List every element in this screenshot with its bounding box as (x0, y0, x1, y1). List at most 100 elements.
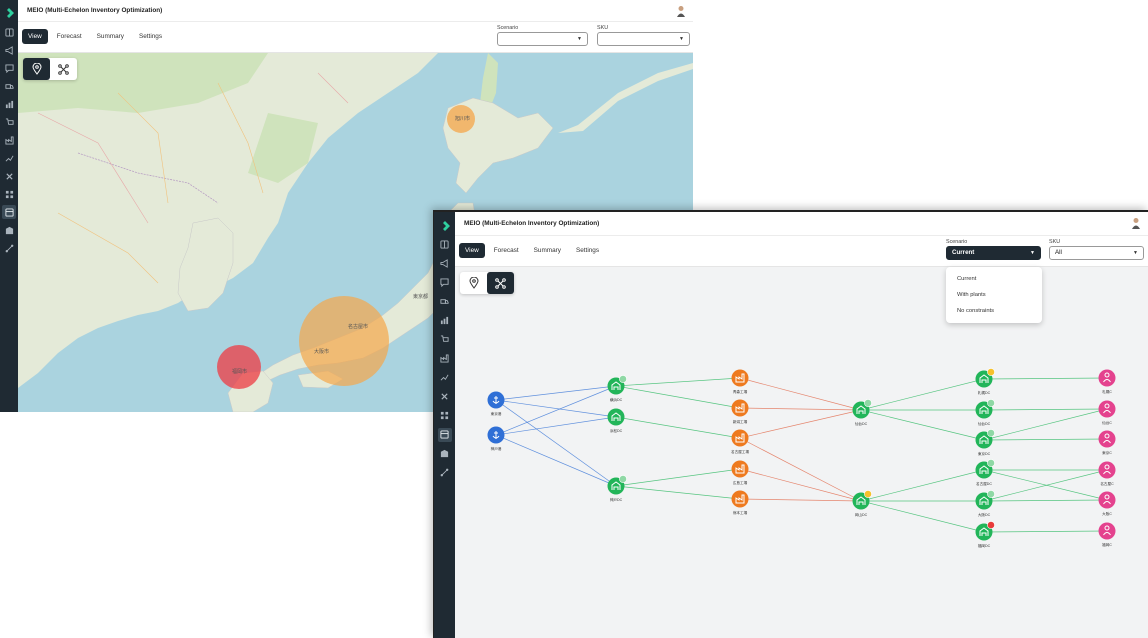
line-chart-icon[interactable] (2, 151, 16, 165)
node-label: 福岡DC (978, 543, 991, 548)
factory-node[interactable]: 名古屋工場 (731, 429, 749, 455)
factory-node[interactable]: 青森工場 (731, 369, 749, 395)
tab-summary[interactable]: Summary (528, 243, 567, 258)
chat-icon[interactable] (438, 276, 452, 290)
dc-node[interactable]: 名古屋DC (975, 459, 995, 486)
chevron-down-icon: ▼ (577, 36, 582, 42)
network-link (860, 469, 985, 502)
node-label: 名古屋工場 (731, 449, 749, 454)
megaphone-icon[interactable] (2, 43, 16, 57)
sku-select[interactable]: All ▼ (1049, 246, 1144, 260)
network-link (615, 468, 741, 487)
scenario-field: Scenario ▼ (497, 25, 588, 46)
factory-icon[interactable] (438, 352, 452, 366)
node-label: 熊本工場 (733, 510, 748, 515)
network-link (495, 416, 617, 436)
network-link (615, 485, 741, 500)
inventory-icon[interactable] (2, 205, 16, 219)
dc-node[interactable]: 浜松DC (607, 408, 625, 434)
node-label: 東京港 (491, 411, 502, 416)
customer-node[interactable]: 東京C (1098, 430, 1116, 456)
avatar[interactable] (676, 5, 686, 17)
tools-icon[interactable] (2, 169, 16, 183)
customer-node[interactable]: 札幌C (1098, 369, 1116, 395)
dc-node[interactable]: 岡山DC (852, 490, 872, 517)
route-icon[interactable] (438, 466, 452, 480)
tab-view[interactable]: View (459, 243, 485, 258)
cart-icon[interactable] (438, 333, 452, 347)
scenario-option[interactable]: With plants (946, 287, 1042, 303)
tab-view[interactable]: View (22, 29, 48, 44)
tab-settings[interactable]: Settings (570, 243, 605, 258)
dc-node-circle (607, 408, 625, 426)
warning-badge-icon (864, 490, 872, 498)
bar-chart-icon[interactable] (2, 97, 16, 111)
customer-node[interactable]: 仙台C (1098, 400, 1116, 426)
scenario-label: Scenario (497, 25, 519, 31)
customer-node[interactable]: 大阪C (1098, 491, 1116, 517)
check-badge-icon (619, 375, 627, 383)
header: MEIO (Multi-Echelon Inventory Optimizati… (455, 212, 1148, 236)
tab-forecast[interactable]: Forecast (51, 29, 88, 44)
map-bubble-fukuoka[interactable] (217, 345, 261, 389)
network-view-button[interactable] (50, 58, 77, 80)
book-icon[interactable] (2, 25, 16, 39)
network-icon[interactable] (438, 409, 452, 423)
book-icon[interactable] (438, 238, 452, 252)
dc-node[interactable]: 仙台DC (975, 399, 995, 426)
avatar[interactable] (1131, 217, 1141, 229)
warehouse-icon[interactable] (438, 447, 452, 461)
tab-forecast[interactable]: Forecast (488, 243, 525, 258)
map-label: 名古屋市 (348, 323, 368, 330)
network-view-button[interactable] (487, 272, 514, 294)
route-icon[interactable] (2, 241, 16, 255)
tools-icon[interactable] (438, 390, 452, 404)
customer-node-circle (1098, 430, 1116, 448)
dc-node[interactable]: 大阪DC (975, 490, 995, 517)
dc-node[interactable]: 東京DC (975, 429, 995, 456)
factory-node[interactable]: 新潟工場 (731, 399, 749, 425)
scenario-option[interactable]: Current (946, 271, 1042, 287)
app-logo-icon[interactable] (438, 219, 452, 233)
network-graph[interactable]: 東京港神戸港 横浜DC 浜松DC 神戸DC 青森工場新潟工場名古屋工場広島工場熊本工場 仙… (455, 267, 1148, 638)
sku-label: SKU (597, 25, 609, 31)
bar-chart-icon[interactable] (438, 314, 452, 328)
dc-node[interactable]: 神戸DC (607, 475, 627, 502)
map-bubble-central[interactable] (299, 296, 389, 386)
cart-icon[interactable] (2, 115, 16, 129)
map-view-button[interactable] (460, 272, 487, 294)
megaphone-icon[interactable] (438, 257, 452, 271)
sku-select[interactable]: ▼ (597, 32, 690, 46)
factory-node[interactable]: 熊本工場 (731, 490, 749, 516)
port-node[interactable]: 東京港 (487, 391, 505, 417)
map-view-button[interactable] (23, 58, 50, 80)
check-badge-icon (987, 490, 995, 498)
customer-node[interactable]: 名古屋C (1098, 461, 1116, 487)
warehouse-icon[interactable] (2, 223, 16, 237)
customer-node[interactable]: 福岡C (1098, 522, 1116, 548)
port-node[interactable]: 神戸港 (487, 426, 505, 452)
network-graph-icon (58, 63, 69, 75)
factory-icon[interactable] (2, 133, 16, 147)
inventory-icon[interactable] (437, 427, 452, 442)
sku-field: SKU All ▼ (1049, 239, 1144, 260)
network-link (615, 416, 741, 439)
truck-icon[interactable] (2, 79, 16, 93)
network-icon[interactable] (2, 187, 16, 201)
dc-node[interactable]: 札幌DC (975, 368, 995, 395)
scenario-select[interactable]: Current ▼ (946, 246, 1041, 260)
factory-node[interactable]: 広島工場 (731, 460, 749, 486)
tab-summary[interactable]: Summary (91, 29, 130, 44)
network-canvas[interactable]: 東京港神戸港 横浜DC 浜松DC 神戸DC 青森工場新潟工場名古屋工場広島工場熊本工場 仙… (455, 267, 1148, 638)
network-link (983, 377, 1108, 380)
scenario-option[interactable]: No constraints (946, 303, 1042, 319)
truck-icon[interactable] (438, 295, 452, 309)
dc-node[interactable]: 横浜DC (607, 375, 627, 402)
dc-node[interactable]: 福岡DC (975, 521, 995, 548)
line-chart-icon[interactable] (438, 371, 452, 385)
dc-node[interactable]: 仙台DC (852, 399, 872, 426)
scenario-select[interactable]: ▼ (497, 32, 588, 46)
chat-icon[interactable] (2, 61, 16, 75)
tab-settings[interactable]: Settings (133, 29, 168, 44)
app-logo-icon[interactable] (2, 6, 16, 20)
